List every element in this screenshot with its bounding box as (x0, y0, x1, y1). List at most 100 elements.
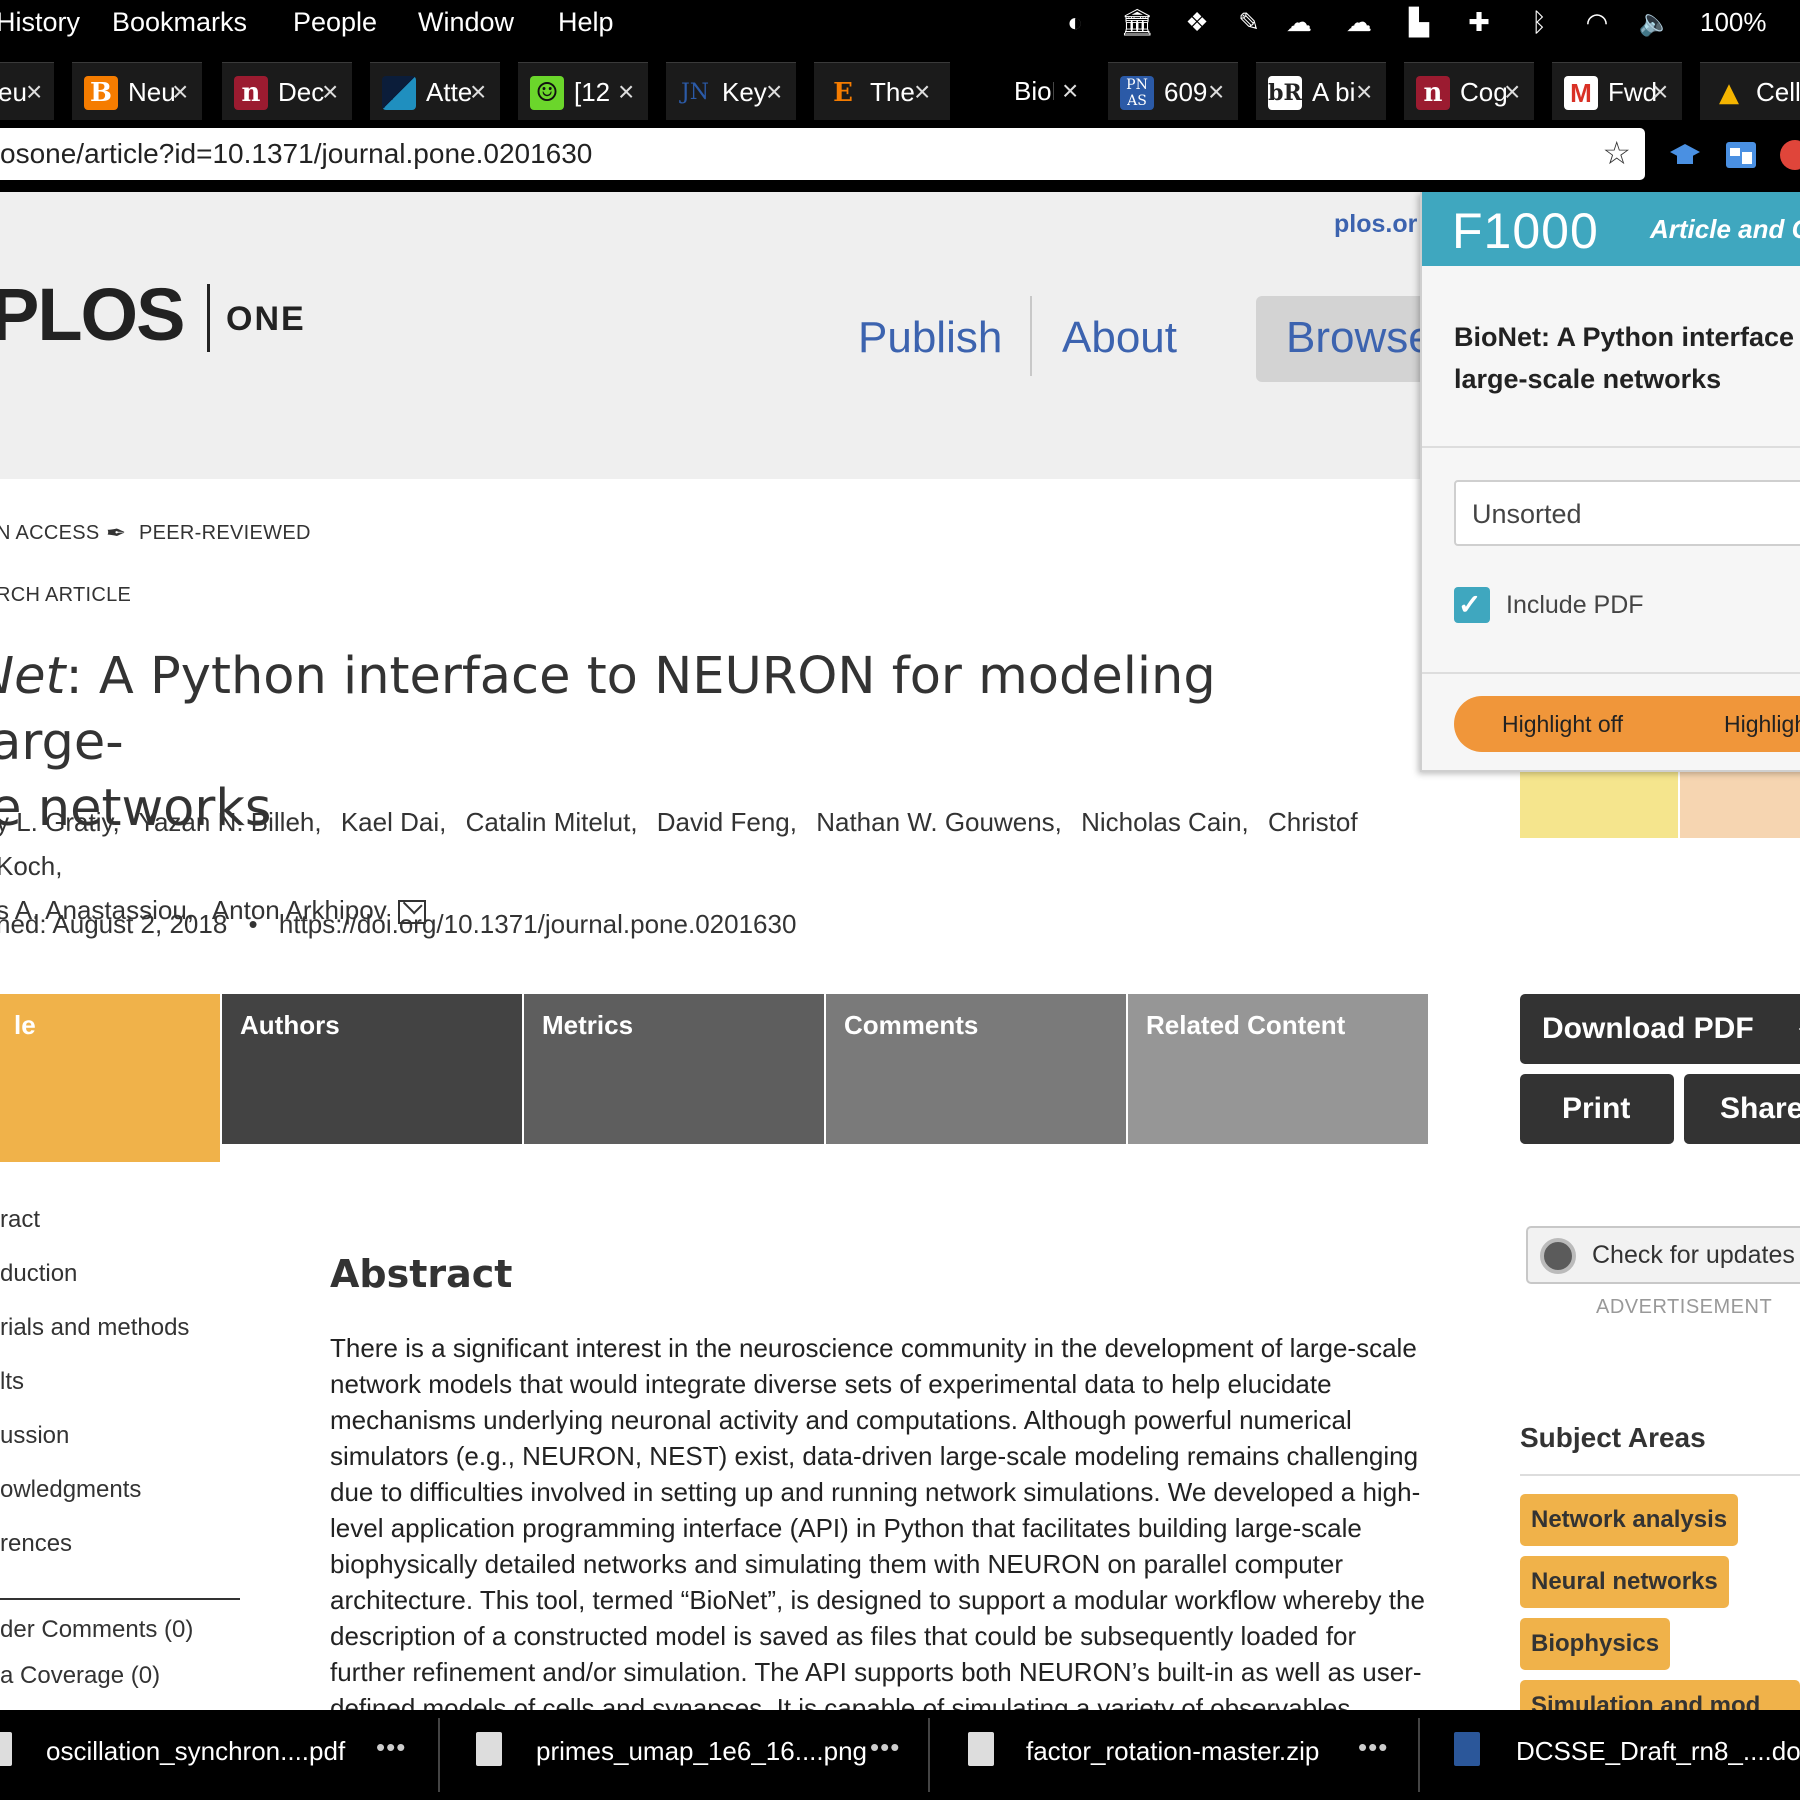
nav-browse[interactable]: Browse (1286, 310, 1433, 366)
download-shelf: oscillation_synchron....pdf ••• primes_u… (0, 1710, 1800, 1800)
evernote-icon[interactable]: ✎ (1232, 6, 1266, 38)
section-link-discussion[interactable]: ussion (0, 1422, 69, 1450)
nav-publish[interactable]: Publish (858, 310, 1002, 366)
browser-tab[interactable]: bR A bi × (1256, 62, 1386, 120)
menu-window[interactable]: Window (418, 5, 514, 39)
author-link[interactable]: Catalin Mitelut, (466, 807, 638, 837)
graduation-cap-icon[interactable] (1668, 138, 1702, 172)
section-link-materials-methods[interactable]: rials and methods (0, 1314, 189, 1342)
more-options-icon[interactable]: ••• (376, 1732, 406, 1763)
tab-metrics[interactable]: Metrics (524, 994, 824, 1144)
browser-tab[interactable]: M Fwd × (1552, 62, 1682, 120)
tab-authors[interactable]: Authors (222, 994, 522, 1144)
subject-tag[interactable]: Neural networks (1520, 1556, 1729, 1608)
share-button[interactable]: Share (1684, 1074, 1800, 1144)
highlight-on-option[interactable]: Highligh (1724, 711, 1800, 738)
browser-tab[interactable]: JN Key × (666, 62, 796, 120)
section-link-references[interactable]: rences (0, 1530, 72, 1558)
plos-org-link[interactable]: plos.or (1334, 210, 1417, 239)
download-item[interactable]: factor_rotation-master.zip ••• (930, 1710, 1416, 1800)
author-link[interactable]: Kael Dai, (341, 807, 447, 837)
close-icon[interactable]: × (26, 75, 42, 109)
download-item[interactable]: DCSSE_Draft_rn8_....doc (1420, 1710, 1800, 1800)
close-icon[interactable]: × (322, 75, 338, 109)
cloud-upload-icon[interactable]: ☁ (1282, 6, 1316, 38)
nav-divider (1030, 296, 1032, 376)
browser-tab[interactable]: ☺ [12 × (518, 62, 648, 120)
nav-about[interactable]: About (1062, 310, 1177, 366)
author-link[interactable]: y L. Gratiy, (0, 807, 120, 837)
menu-history[interactable]: History (0, 5, 80, 39)
close-icon[interactable]: × (618, 75, 634, 109)
author-link[interactable]: Nathan W. Gouwens, (816, 807, 1062, 837)
battery-percentage[interactable]: 100% (1700, 5, 1767, 39)
include-pdf-label[interactable]: Include PDF (1506, 591, 1644, 620)
close-icon[interactable]: × (1652, 75, 1668, 109)
highlight-off-option[interactable]: Highlight off (1502, 711, 1623, 738)
close-icon[interactable]: × (1208, 75, 1224, 109)
location-lock-icon[interactable]: ◐ (1058, 6, 1092, 38)
close-icon[interactable]: × (470, 75, 486, 109)
browser-tab[interactable]: E The × (814, 62, 950, 120)
url-text[interactable]: osone/article?id=10.1371/journal.pone.02… (0, 137, 592, 171)
browser-tab[interactable]: Atte × (370, 62, 500, 120)
close-icon[interactable]: × (766, 75, 782, 109)
menu-help[interactable]: Help (558, 5, 614, 39)
plos-logo[interactable]: PLOS (0, 272, 185, 357)
dropbox-icon[interactable]: ❖ (1180, 6, 1214, 38)
bluetooth-icon[interactable]: ᛒ (1522, 6, 1556, 38)
bookmark-star-icon[interactable]: ☆ (1602, 135, 1631, 171)
window-extension-icon[interactable] (1724, 138, 1758, 172)
section-link-abstract[interactable]: ract (0, 1206, 40, 1234)
more-options-icon[interactable]: ••• (870, 1732, 900, 1763)
browser-tab[interactable]: eu × (0, 62, 54, 120)
author-link[interactable]: Nicholas Cain, (1081, 807, 1249, 837)
media-coverage-link[interactable]: a Coverage (0) (0, 1662, 160, 1690)
include-pdf-checkbox[interactable]: ✓ (1454, 587, 1490, 623)
browser-tab[interactable]: n Dec × (222, 62, 352, 120)
browser-tab-active[interactable]: BioN × (962, 62, 1096, 120)
abstract-text: There is a significant interest in the n… (330, 1333, 1425, 1710)
close-icon[interactable]: × (1504, 75, 1520, 109)
cloud-upload-icon[interactable]: ☁ (1342, 6, 1376, 38)
red-extension-icon[interactable] (1778, 138, 1800, 172)
section-link-acknowledgments[interactable]: owledgments (0, 1476, 141, 1504)
volume-icon[interactable]: 🔈 (1638, 6, 1672, 38)
plus-app-icon[interactable]: ✚ (1462, 6, 1496, 38)
bank-icon[interactable]: 🏛 (1120, 6, 1154, 38)
more-options-icon[interactable]: ••• (1358, 1732, 1388, 1763)
menu-bookmarks[interactable]: Bookmarks (112, 5, 247, 39)
download-item[interactable]: oscillation_synchron....pdf ••• (0, 1710, 436, 1800)
section-link-introduction[interactable]: duction (0, 1260, 77, 1288)
close-icon[interactable]: × (914, 75, 930, 109)
author-link[interactable]: Yazan N. Billeh, (139, 807, 322, 837)
section-link-results[interactable]: lts (0, 1368, 24, 1396)
tab-article[interactable]: le (0, 994, 220, 1162)
close-icon[interactable]: × (172, 75, 188, 109)
squares-icon[interactable]: ▙ (1402, 6, 1436, 38)
tab-comments[interactable]: Comments (826, 994, 1126, 1144)
check-for-updates-button[interactable]: Check for updates (1526, 1226, 1800, 1284)
browser-tab[interactable]: B Neu × (72, 62, 202, 120)
print-button[interactable]: Print (1520, 1074, 1674, 1144)
subject-tag[interactable]: Network analysis (1520, 1494, 1739, 1546)
close-icon[interactable]: × (1356, 75, 1372, 109)
subject-tag[interactable]: Simulation and mod (1520, 1680, 1800, 1710)
chevron-down-icon[interactable]: ⌄ (1794, 1010, 1800, 1041)
subject-tag[interactable]: Biophysics (1520, 1618, 1671, 1670)
folder-select[interactable]: Unsorted (1454, 480, 1800, 546)
close-icon[interactable]: × (1062, 74, 1078, 108)
highlight-toggle[interactable]: Highlight off Highligh (1454, 696, 1800, 752)
doi-link[interactable]: https://doi.org/10.1371/journal.pone.020… (279, 909, 797, 939)
reader-comments-link[interactable]: der Comments (0) (0, 1616, 193, 1644)
browser-tab[interactable]: ▲ Cell (1700, 62, 1800, 120)
menu-people[interactable]: People (293, 5, 377, 39)
wifi-icon[interactable]: ◠ (1580, 6, 1614, 38)
download-item[interactable]: primes_umap_1e6_16....png ••• (440, 1710, 926, 1800)
browser-tab[interactable]: n Cog × (1404, 62, 1534, 120)
browser-tab[interactable]: PN AS 609 × (1108, 62, 1238, 120)
download-pdf-button[interactable]: Download PDF ⌄ (1520, 994, 1800, 1064)
author-link[interactable]: David Feng, (657, 807, 797, 837)
address-bar[interactable]: osone/article?id=10.1371/journal.pone.02… (0, 128, 1645, 180)
tab-related-content[interactable]: Related Content (1128, 994, 1428, 1144)
